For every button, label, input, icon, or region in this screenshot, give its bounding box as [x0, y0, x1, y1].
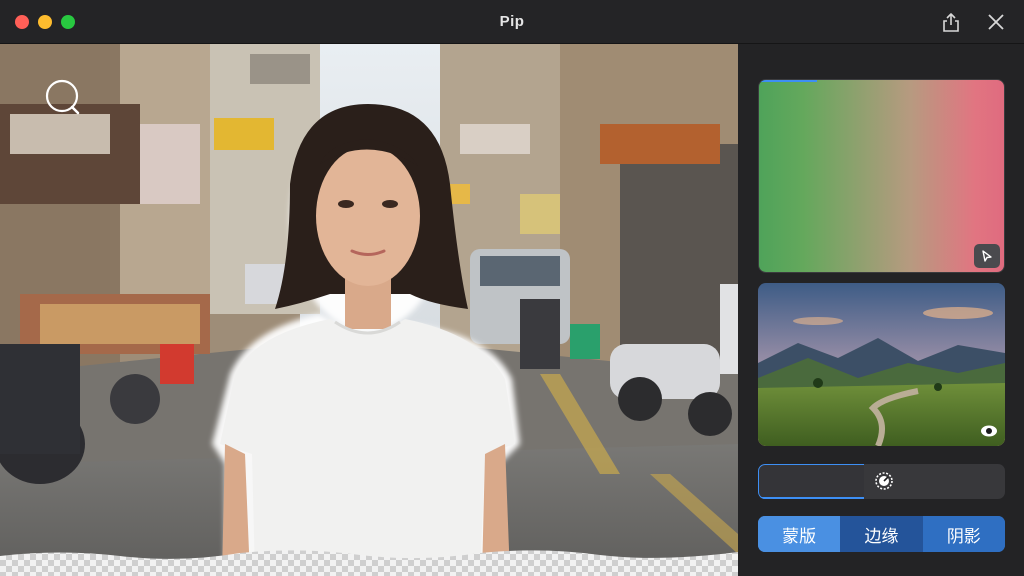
dial-icon [875, 472, 894, 490]
share-icon [943, 13, 959, 32]
eye-icon [981, 425, 997, 437]
right-panel: 蒙版 边缘 阴影 [738, 44, 1024, 576]
close-button[interactable] [985, 11, 1007, 33]
image-canvas[interactable] [0, 44, 738, 576]
window-title: Pip [499, 13, 525, 30]
search-icon [45, 79, 80, 115]
photo-image [0, 44, 738, 576]
tab-mask[interactable]: 蒙版 [758, 516, 841, 552]
tab-edge[interactable]: 边缘 [840, 516, 923, 552]
tab-shadow[interactable]: 阴影 [922, 516, 1005, 552]
close-icon [988, 14, 1004, 30]
landscape-image [758, 283, 1005, 446]
slider-knob[interactable] [873, 470, 895, 492]
picker-button[interactable] [974, 244, 1000, 268]
intensity-slider[interactable] [758, 464, 1005, 499]
mode-segmented-control: 蒙版 边缘 阴影 [758, 516, 1005, 552]
gradient-background-option[interactable] [758, 79, 1005, 273]
share-button[interactable] [940, 11, 962, 33]
zoom-button[interactable] [44, 78, 84, 118]
slider-fill [758, 464, 865, 499]
selection-indicator [759, 80, 817, 82]
landscape-background-option[interactable] [758, 283, 1005, 446]
visibility-button[interactable] [979, 422, 999, 440]
title-bar: Pip [0, 0, 1024, 44]
cursor-arrow-icon [982, 250, 992, 262]
